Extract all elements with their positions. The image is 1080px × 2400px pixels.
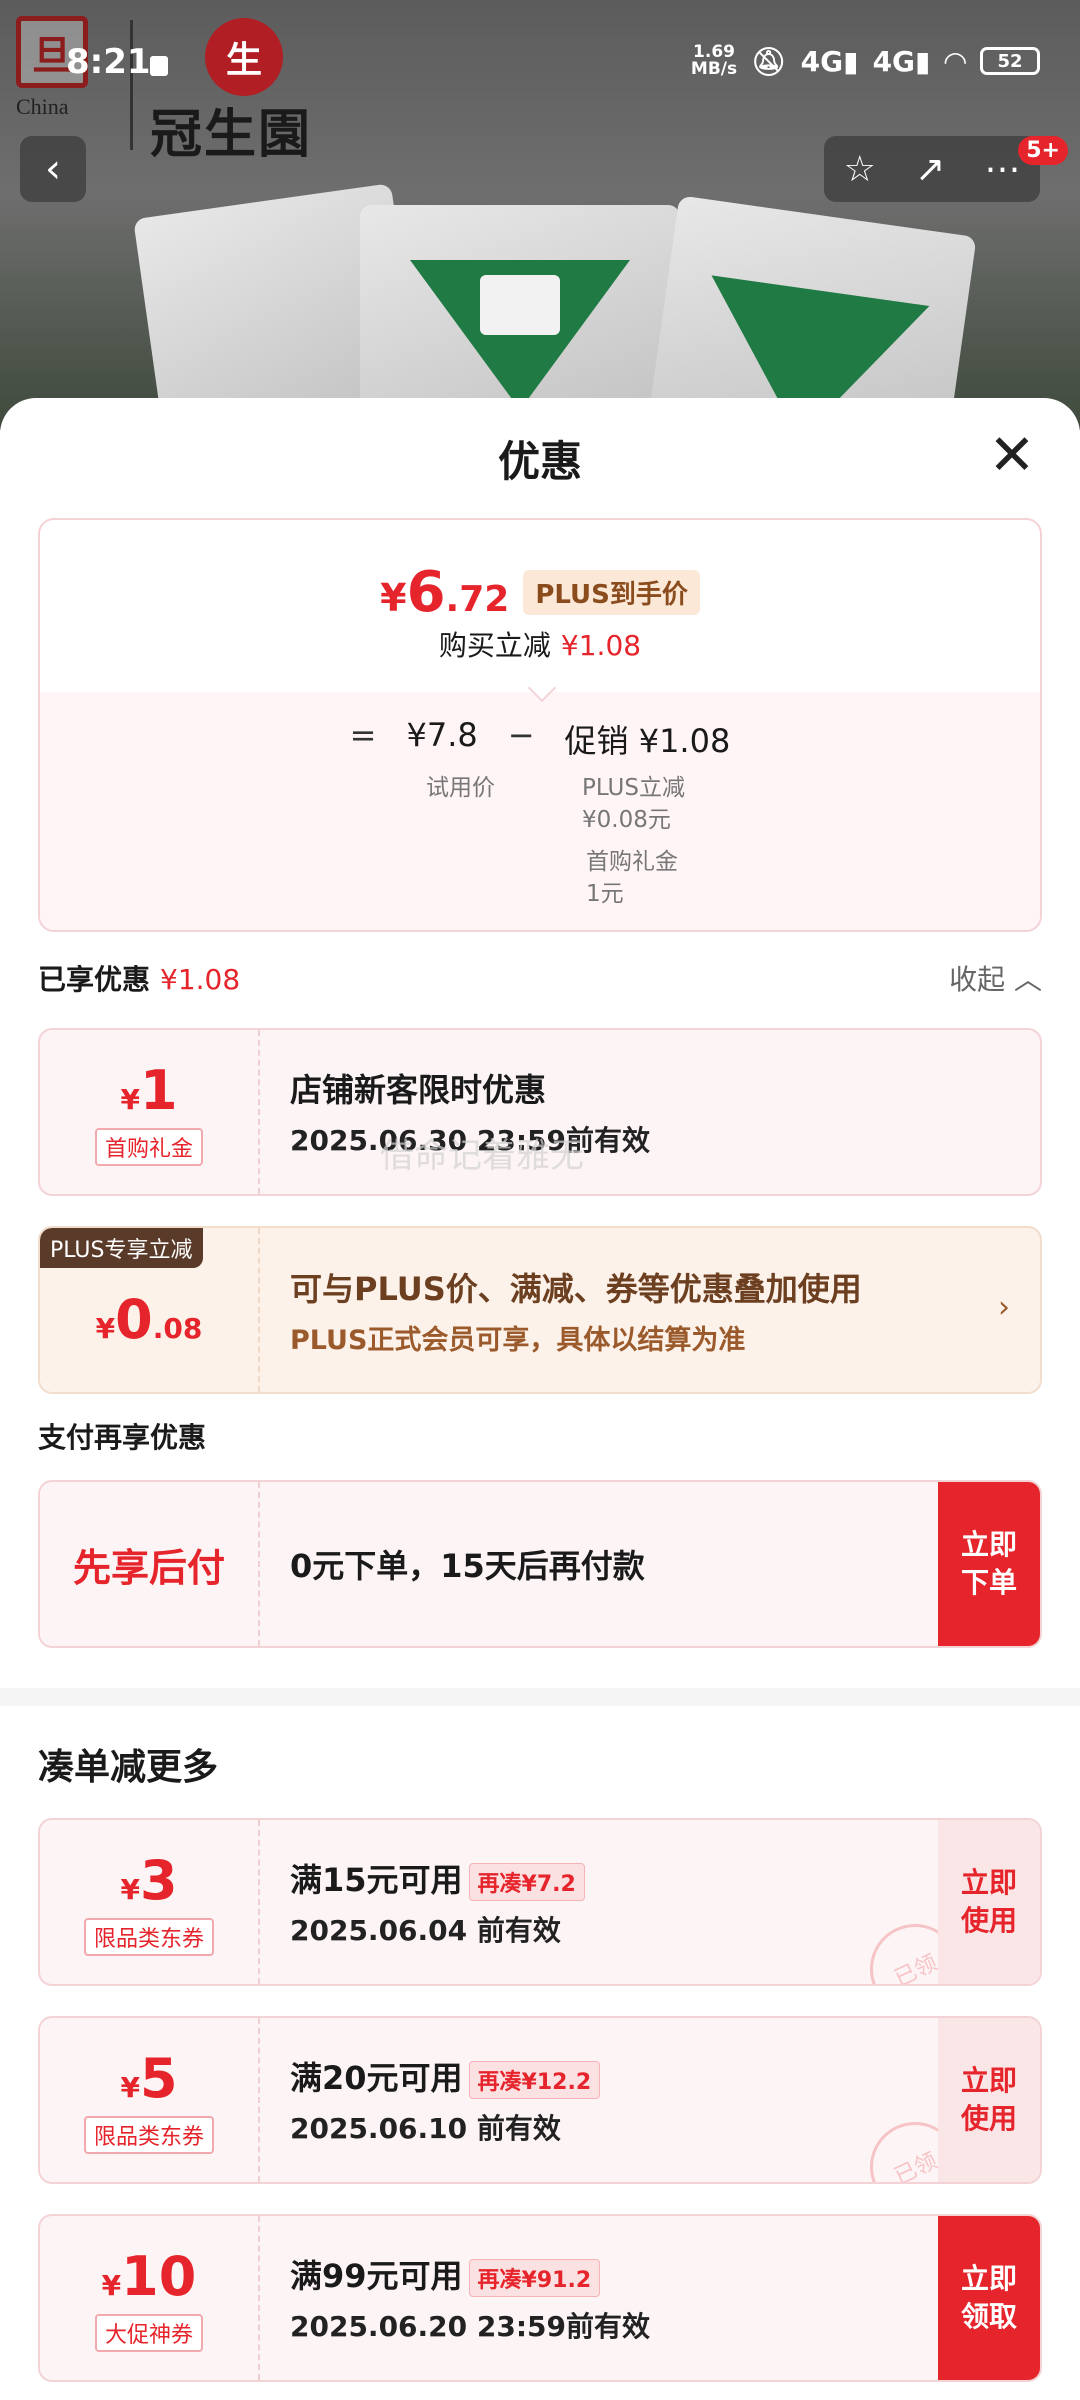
message-badge: 5+ [1018,136,1068,165]
mute-icon: 🔕︎ [751,44,787,78]
plus-subtitle: PLUS正式会员可享，具体以结算为准 [290,1324,746,1356]
brand-logo-icon: 生 [205,18,283,96]
promo-value: 促销 ¥1.08 [564,722,731,760]
coupon-tag: 限品类东券 [83,1917,214,1956]
section-divider [0,1688,1080,1706]
buy-reduce: 购买立减 ¥1.08 [438,629,642,662]
add-more-chip: 再凑¥7.2 [468,1863,585,1901]
coupon-title: 满99元可用 再凑¥91.2 [290,2251,650,2297]
brand-country: China [16,94,69,119]
coupon-title: 满20元可用 再凑¥12.2 [290,2053,601,2099]
first-gift-label: 首购礼金 1元 [586,849,678,907]
status-time: 8:21 [66,42,151,82]
back-button[interactable]: ‹ [20,136,86,202]
order-now-button[interactable]: 立即 下单 [938,1482,1040,1646]
action-group: ☆ ↗ ⋯ [824,136,1040,202]
wifi-icon: ◠ [944,44,966,78]
notification-icon [150,56,168,76]
coupon-card[interactable]: ¥10 大促神券 满99元可用 再凑¥91.2 2025.06.20 23:59前… [38,2214,1042,2382]
plus-body: 可与PLUS价、满减、券等优惠叠加使用 PLUS正式会员可享，具体以结算为准 [290,1228,862,1392]
product-label [480,275,560,335]
enjoyed-discount: 已享优惠 ¥1.08 [38,963,241,996]
plus-price-tag: PLUS到手价 [523,570,700,615]
trial-price-label: 试用价 [426,775,495,801]
star-icon[interactable]: ☆ [844,149,876,190]
discount-sheet: 优惠 ✕ ¥6.72 PLUS到手价 购买立减 ¥1.08 = ¥7.8 − 促销… [0,398,1080,2400]
sheet-title: 优惠 [497,437,582,486]
coupon-tag: 大促神券 [94,2313,203,2352]
final-price: ¥6.72 PLUS到手价 [40,560,1040,625]
brand-name: 冠生園 [150,104,313,165]
chevron-right-icon: › [998,1290,1010,1325]
coupon-tag: 限品类东券 [83,2115,214,2154]
plus-discount-card[interactable]: PLUS专享立减 ¥0.08 可与PLUS价、满减、券等优惠叠加使用 PLUS正… [38,1226,1042,1394]
close-icon: ✕ [988,423,1036,488]
plus-title: 可与PLUS价、满减、券等优惠叠加使用 [290,1269,862,1308]
price-summary-card: ¥6.72 PLUS到手价 购买立减 ¥1.08 = ¥7.8 − 促销 ¥1.0… [38,518,1042,932]
coupon-validity: 2025.06.20 23:59前有效 [290,2310,651,2343]
more-icon[interactable]: ⋯ [984,149,1020,190]
add-more-chip: 再凑¥91.2 [468,2259,601,2297]
signal-icon: 4G▮ [800,44,859,78]
coupon-amount: ¥1 首购礼金 [40,1030,260,1194]
pay-later-body: 0元下单，15天后再付款 [290,1482,645,1646]
coupon-title: 满15元可用 再凑¥7.2 [290,1855,585,1901]
coupon-body: 满20元可用 再凑¥12.2 2025.06.10 前有效 [290,2018,601,2182]
add-more-chip: 再凑¥12.2 [468,2061,601,2099]
coupon-validity: 2025.06.10 前有效 [290,2112,561,2145]
coupon-body: 满99元可用 再凑¥91.2 2025.06.20 23:59前有效 [290,2216,650,2380]
close-button[interactable]: ✕ [982,428,1042,488]
more-section-title: 凑单减更多 [38,1747,219,1788]
signal-icon: 4G▮ [872,44,931,78]
pay-later-title: 0元下单，15天后再付款 [290,1547,645,1585]
plus-amount: ¥0.08 [40,1228,260,1392]
net-speed: 1.69 MB/s [690,42,738,79]
share-icon[interactable]: ↗ [915,149,945,190]
watermark: 借命记着雅无 [380,1136,584,1176]
status-bar: 旦 China 生 冠生園 8:21 1.69 MB/s 🔕︎ 4G▮ 4G▮ … [0,0,1080,165]
system-icons: 1.69 MB/s 🔕︎ 4G▮ 4G▮ ◠ 52 [691,44,1040,78]
price-formula: = ¥7.8 − 促销 ¥1.08 [349,716,731,760]
coupon-title: 店铺新客限时优惠 [290,1071,547,1109]
collapse-button[interactable]: 收起 ︿ [949,958,1042,998]
use-now-button[interactable]: 立即 使用 [938,1820,1040,1984]
pay-later-left: 先享后付 [40,1482,260,1646]
trial-price: ¥7.8 [406,716,478,754]
battery-icon: 52 [980,47,1040,75]
brand-logo: 生 冠生園 [150,18,330,167]
chevron-left-icon: ‹ [45,146,61,192]
coupon-card[interactable]: ¥5 限品类东券 满20元可用 再凑¥12.2 2025.06.10 前有效 已领… [38,2016,1042,2184]
use-now-button[interactable]: 立即 使用 [938,2018,1040,2182]
brand-divider [130,20,133,150]
coupon-tag: 首购礼金 [94,1127,203,1166]
claim-now-button[interactable]: 立即 领取 [938,2216,1040,2380]
pay-section-label: 支付再享优惠 [38,1421,207,1454]
pay-later-card: 先享后付 0元下单，15天后再付款 立即 下单 [38,1480,1042,1648]
coupon-card[interactable]: ¥3 限品类东券 满15元可用 再凑¥7.2 2025.06.04 前有效 已领 … [38,1818,1042,1986]
coupon-amount: ¥10 大促神券 [40,2216,260,2380]
coupon-amount: ¥5 限品类东券 [40,2018,260,2182]
coupon-validity: 2025.06.04 前有效 [290,1914,561,1947]
coupon-amount: ¥3 限品类东券 [40,1820,260,1984]
coupon-body: 满15元可用 再凑¥7.2 2025.06.04 前有效 [290,1820,585,1984]
plus-reduce-label: PLUS立减 ¥0.08元 [582,775,685,833]
